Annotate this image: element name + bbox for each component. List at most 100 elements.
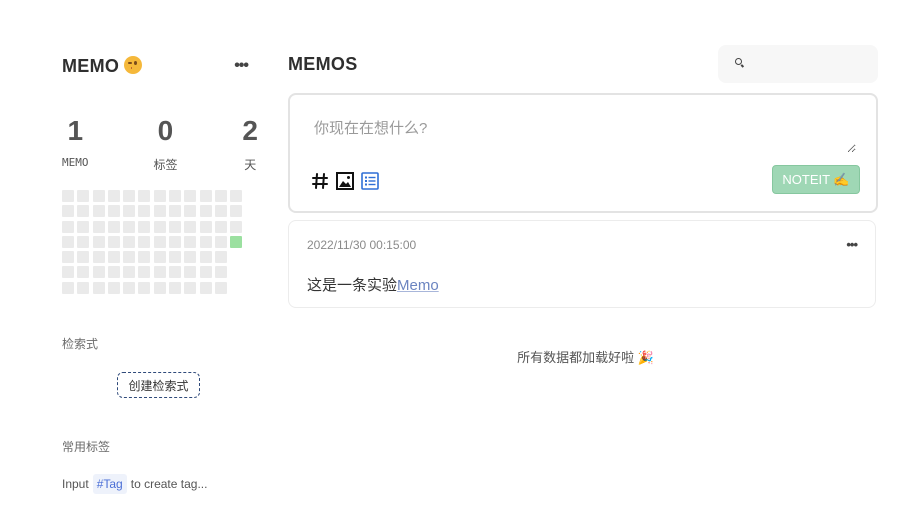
heatmap-cell[interactable]	[230, 220, 243, 233]
heatmap-cell[interactable]	[214, 266, 227, 279]
heatmap-cell[interactable]	[138, 266, 151, 279]
heatmap-cell[interactable]	[153, 251, 166, 264]
user-name: MEMO	[62, 55, 120, 76]
heatmap-cell[interactable]	[169, 220, 182, 233]
search-box[interactable]	[718, 45, 878, 83]
heatmap-cell[interactable]	[169, 205, 182, 218]
heatmap-cell[interactable]	[62, 266, 74, 279]
memo-timestamp[interactable]: 2022/11/30 00:15:00	[307, 238, 416, 252]
heatmap-cell[interactable]	[199, 251, 212, 264]
heatmap-cell[interactable]	[107, 190, 120, 202]
heatmap-cell[interactable]	[169, 235, 182, 248]
heatmap-cell[interactable]	[138, 205, 151, 218]
heatmap-cell[interactable]	[184, 235, 197, 248]
heatmap-cell[interactable]	[77, 266, 90, 279]
heatmap-cell[interactable]	[214, 205, 227, 218]
heatmap-cell[interactable]	[92, 220, 105, 233]
heatmap-cell[interactable]	[184, 251, 197, 264]
heatmap-cell[interactable]	[184, 190, 197, 202]
memo-more-icon[interactable]: •••	[846, 237, 858, 252]
heatmap-cell[interactable]	[107, 220, 120, 233]
heatmap-cell[interactable]	[230, 190, 243, 202]
heatmap-cell[interactable]	[77, 205, 90, 218]
heatmap-cell[interactable]	[92, 205, 105, 218]
heatmap-cell[interactable]	[107, 235, 120, 248]
heatmap-cell[interactable]	[92, 251, 105, 264]
heatmap-cell[interactable]	[62, 281, 74, 294]
heatmap-cell[interactable]	[123, 251, 136, 264]
heatmap-cell[interactable]	[62, 205, 74, 218]
heatmap-cell[interactable]	[153, 235, 166, 248]
user-title[interactable]: MEMO	[62, 55, 143, 77]
heatmap-cell[interactable]	[77, 190, 90, 202]
heatmap-cell[interactable]	[62, 190, 74, 202]
heatmap-cell[interactable]	[123, 205, 136, 218]
list-icon[interactable]	[360, 171, 379, 190]
heatmap-cell[interactable]	[138, 281, 151, 294]
heatmap-cell[interactable]	[62, 235, 74, 248]
heatmap-cell[interactable]	[62, 220, 74, 233]
heatmap-cell[interactable]	[138, 251, 151, 264]
memo-link[interactable]: Memo	[397, 277, 439, 294]
heatmap-cell[interactable]	[107, 281, 120, 294]
heatmap-cell[interactable]	[199, 281, 212, 294]
heatmap-cell[interactable]	[199, 235, 212, 248]
stat-tag-count[interactable]: 0 标签	[153, 116, 177, 173]
heatmap-cell[interactable]	[107, 205, 120, 218]
search-input[interactable]	[750, 56, 874, 72]
heatmap-cell[interactable]	[199, 266, 212, 279]
heatmap-cell[interactable]	[138, 190, 151, 202]
heatmap-cell[interactable]	[230, 205, 243, 218]
heatmap-cell[interactable]	[199, 205, 212, 218]
heatmap-cell[interactable]	[214, 251, 227, 264]
heatmap-cell[interactable]	[107, 266, 120, 279]
heatmap-cell[interactable]	[214, 281, 227, 294]
heatmap-cell[interactable]	[153, 266, 166, 279]
heatmap-cell[interactable]	[184, 281, 197, 294]
heatmap-cell[interactable]	[77, 281, 90, 294]
heatmap-cell[interactable]	[123, 190, 136, 202]
heatmap-cell[interactable]	[153, 220, 166, 233]
heatmap-cell[interactable]	[92, 266, 105, 279]
heatmap-cell[interactable]	[169, 190, 182, 202]
heatmap-cell[interactable]	[123, 281, 136, 294]
heatmap-cell[interactable]	[153, 281, 166, 294]
stat-memo-count[interactable]: 1 MEMO	[62, 116, 89, 173]
more-options-icon[interactable]: •••	[230, 58, 252, 74]
heatmap-cell[interactable]	[169, 251, 182, 264]
heatmap-cell[interactable]	[153, 205, 166, 218]
heatmap-cell[interactable]	[214, 235, 227, 248]
heatmap-cell[interactable]	[184, 266, 197, 279]
heatmap-cell[interactable]	[169, 266, 182, 279]
heatmap-cell[interactable]	[77, 251, 90, 264]
heatmap-cell[interactable]	[123, 220, 136, 233]
memo-editor: NOTEIT ✍️	[288, 93, 878, 213]
heatmap-cell[interactable]	[214, 220, 227, 233]
memo-input[interactable]	[300, 105, 856, 153]
heatmap-cell[interactable]	[123, 235, 136, 248]
heatmap-cell[interactable]	[138, 220, 151, 233]
heatmap-cell[interactable]	[92, 235, 105, 248]
heatmap-cell[interactable]	[62, 251, 74, 264]
heatmap-cell[interactable]	[92, 190, 105, 202]
heatmap-cell[interactable]	[77, 220, 90, 233]
heatmap-cell[interactable]	[92, 281, 105, 294]
heatmap-cell[interactable]	[184, 205, 197, 218]
image-icon[interactable]	[335, 171, 354, 190]
heatmap-cell[interactable]	[123, 266, 136, 279]
heatmap-cell[interactable]	[138, 235, 151, 248]
heatmap-cell[interactable]	[184, 220, 197, 233]
heatmap-cell[interactable]	[77, 235, 90, 248]
heatmap-cell[interactable]	[199, 220, 212, 233]
heatmap-cell[interactable]	[199, 190, 212, 202]
hash-icon[interactable]	[310, 171, 329, 190]
stat-day-count[interactable]: 2 天	[242, 116, 258, 173]
stat-label: MEMO	[62, 156, 89, 169]
heatmap-cell[interactable]	[153, 190, 166, 202]
heatmap-cell[interactable]	[230, 235, 243, 248]
heatmap-cell[interactable]	[107, 251, 120, 264]
heatmap-cell[interactable]	[214, 190, 227, 202]
create-query-button[interactable]: 创建检索式	[117, 372, 200, 398]
heatmap-cell[interactable]	[169, 281, 182, 294]
noteit-button[interactable]: NOTEIT ✍️	[772, 165, 860, 194]
